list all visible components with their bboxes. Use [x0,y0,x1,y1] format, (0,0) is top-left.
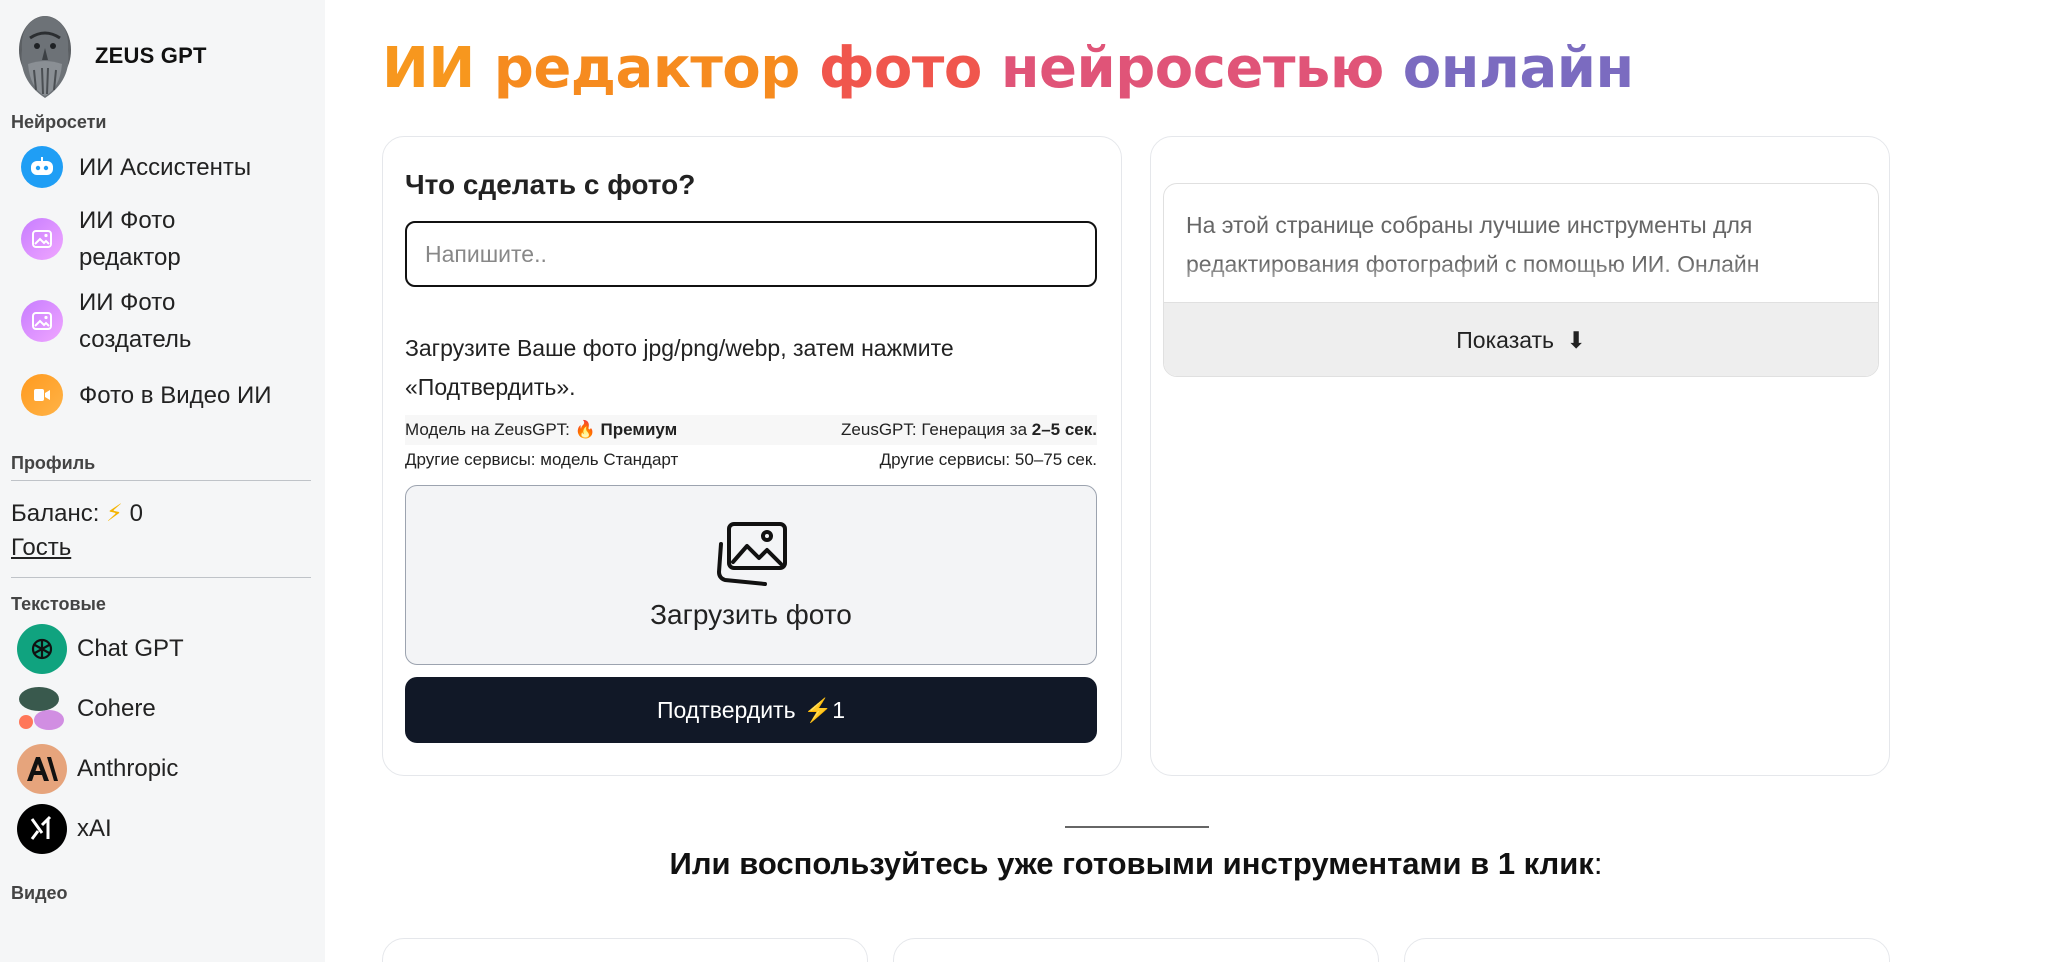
upload-hint: Загрузите Ваше фото jpg/png/webp, затем … [405,335,954,400]
sidebar-item-assistants[interactable]: ИИ Ассистенты [11,139,325,195]
video-icon [21,374,63,416]
brand-name: ZEUS GPT ZEUS GPT [95,43,223,74]
description-text: На этой странице собраны лучшие инструме… [1164,184,1878,302]
prompt-input[interactable] [405,221,1097,287]
editor-question: Что сделать с фото? [405,169,696,200]
lightning-icon: ⚡ [106,500,123,527]
sidebar-item-label: ИИ Фото создатель [79,289,192,353]
photos-icon [713,520,789,593]
section-title-profile: Профиль [11,453,96,473]
main-content: ИИ редактор фото нейросетью онлайн Что с… [382,0,1992,962]
result-card: На этой странице собраны лучшие инструме… [1150,136,1890,776]
sidebar-item-photo-editor[interactable]: ИИ Фото редактор [11,201,325,277]
divider [11,480,311,481]
section-title-neural: Нейросети [11,112,107,132]
lightning-icon: ⚡ [803,696,833,723]
show-more-button[interactable]: Показать ⬇ [1164,302,1878,376]
editor-card: Что сделать с фото? Загрузите Ваше фото … [382,136,1122,776]
openai-icon [17,624,67,674]
image-icon [21,300,63,342]
sidebar-tool-xai[interactable]: xAI [11,799,325,859]
comparison-row: Модель на ZeusGPT: 🔥 Премиум ZeusGPT: Ге… [405,415,1097,445]
confirm-button[interactable]: Подтвердить ⚡ 1 [405,677,1097,743]
anthropic-icon [17,744,67,794]
comparison-row: Другие сервисы: модель Стандарт Другие с… [405,445,1097,475]
section-title-video: Видео [11,883,68,903]
upload-photo-label: Загрузить фото [650,598,852,630]
tool-card[interactable] [1404,938,1890,962]
balance: Баланс: ⚡ 0 [11,497,325,531]
image-icon [21,218,63,260]
comparison-cell-bold: 2–5 сек. [1031,420,1097,439]
divider [11,577,311,578]
sidebar-item-photo-to-video[interactable]: Фото в Видео ИИ [11,367,325,423]
cohere-icon [17,684,67,734]
description-box: На этой странице собраны лучшие инструме… [1163,183,1879,377]
comparison-cell: ZeusGPT: Генерация за [841,420,1028,439]
tool-card[interactable] [382,938,868,962]
sidebar-tool-anthropic[interactable]: Anthropic [11,739,325,799]
brand[interactable]: ZEUS GPT ZEUS GPT [11,0,325,112]
page-title: ИИ редактор фото нейросетью онлайн [382,36,1634,101]
sidebar-tool-label: Chat GPT [77,635,184,662]
confirm-cost: 1 [832,696,845,723]
comparison-cell: Модель на ZeusGPT: [405,420,570,439]
comparison-cell: Другие сервисы: 50–75 сек. [879,450,1097,469]
sidebar-item-label: ИИ Фото редактор [79,207,181,271]
arrow-down-icon: ⬇ [1566,327,1586,353]
balance-label: Баланс: [11,500,100,527]
sidebar-tool-chatgpt[interactable]: Chat GPT [11,619,325,679]
sidebar-item-label: Фото в Видео ИИ [79,381,272,409]
sidebar-tool-label: Cohere [77,695,156,722]
tool-card[interactable] [893,938,1379,962]
sidebar-tool-cohere[interactable]: Cohere [11,679,325,739]
upload-photo-dropzone[interactable]: Загрузить фото [405,485,1097,665]
guest-link[interactable]: Гость [11,531,71,565]
confirm-label: Подтвердить [656,696,796,723]
divider [1065,826,1209,828]
sidebar-tool-label: Anthropic [77,755,179,782]
balance-value: 0 [129,500,143,527]
sidebar: ZEUS GPT ZEUS GPT Нейросети ИИ Ассистент… [0,0,325,962]
sidebar-item-photo-creator[interactable]: ИИ Фото создатель [11,283,325,359]
robot-icon [21,146,63,188]
section-title-text: Текстовые [11,594,106,614]
comparison-table: Модель на ZeusGPT: 🔥 Премиум ZeusGPT: Ге… [405,415,1097,475]
comparison-cell: Другие сервисы: модель Стандарт [405,450,679,469]
fire-icon: 🔥 [574,420,596,439]
zeus-logo-icon [11,6,79,106]
tools-heading: Или воспользуйтесь уже готовыми инструме… [669,846,1603,881]
sidebar-tool-label: xAI [77,815,112,842]
sidebar-item-label: ИИ Ассистенты [79,153,252,181]
comparison-cell-bold: Премиум [600,420,678,439]
xai-icon [17,804,67,854]
